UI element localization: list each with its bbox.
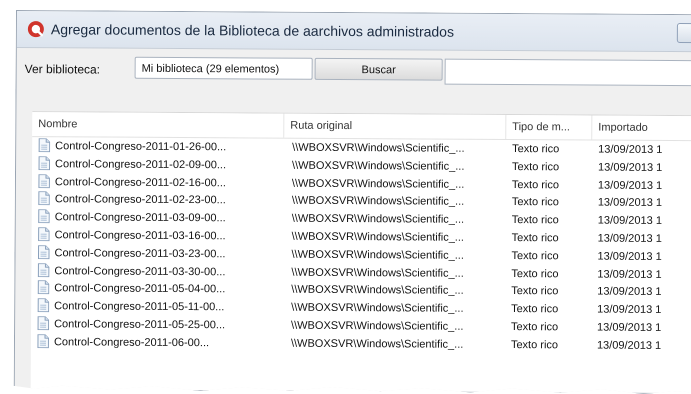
row-type-cell: Texto rico (510, 159, 594, 177)
document-name: Control-Congreso-2011-02-23-00... (55, 194, 226, 207)
row-imported-cell: 13/09/2013 1 (595, 337, 691, 356)
row-type-cell: Texto rico (509, 301, 593, 319)
row-path-cell: \\WBOXSVR\Windows\Scientific_... (290, 229, 492, 248)
document-icon (37, 263, 49, 277)
row-imported-cell: 13/09/2013 1 (595, 248, 691, 267)
list-header: Nombre Ruta original Tipo de m... Import… (32, 112, 691, 141)
row-type-cell: Texto rico (509, 319, 593, 337)
row-name-cell: Control-Congreso-2011-01-26-00... (38, 138, 288, 157)
toolbar: Ver biblioteca: Mi biblioteca (29 elemen… (17, 47, 691, 95)
row-name-cell: Control-Congreso-2011-05-25-00... (37, 316, 287, 335)
document-icon (38, 209, 50, 223)
column-header-imported[interactable]: Importado (592, 116, 691, 141)
row-path-cell: \\WBOXSVR\Windows\Scientific_... (289, 318, 491, 337)
row-name-cell: Control-Congreso-2011-06-00... (37, 334, 287, 353)
row-type-cell: Texto rico (510, 230, 594, 248)
document-name: Control-Congreso-2011-02-16-00... (55, 176, 226, 189)
row-path-cell: \\WBOXSVR\Windows\Scientific_... (289, 300, 491, 319)
search-input[interactable] (445, 59, 691, 87)
document-icon (37, 245, 49, 259)
row-path-cell: \\WBOXSVR\Windows\Scientific_... (289, 264, 491, 283)
row-type-cell: Texto rico (510, 141, 594, 159)
row-path-cell: \\WBOXSVR\Windows\Scientific_... (290, 211, 492, 230)
row-path-cell: \\WBOXSVR\Windows\Scientific_... (290, 175, 492, 194)
dialog-title: Agregar documentos de la Biblioteca de a… (51, 21, 454, 39)
document-name: Control-Congreso-2011-05-11-00... (54, 300, 224, 313)
document-name: Control-Congreso-2011-03-30-00... (54, 265, 225, 278)
document-name: Control-Congreso-2011-03-16-00... (55, 229, 226, 242)
row-name-cell: Control-Congreso-2011-02-23-00... (38, 192, 288, 211)
document-name: Control-Congreso-2011-01-26-00... (55, 140, 226, 153)
document-icon (37, 334, 49, 348)
row-name-cell: Control-Congreso-2011-03-30-00... (37, 263, 287, 282)
row-name-cell: Control-Congreso-2011-03-09-00... (38, 209, 288, 228)
column-header-name[interactable]: Nombre (32, 112, 284, 138)
document-icon (38, 138, 50, 152)
app-logo-icon (27, 20, 45, 38)
row-imported-cell: 13/09/2013 1 (596, 213, 691, 232)
row-name-cell: Control-Congreso-2011-03-16-00... (38, 227, 288, 246)
dialog-window: Agregar documentos de la Biblioteca de a… (14, 10, 691, 394)
row-type-cell: Texto rico (509, 337, 593, 355)
row-imported-cell: 13/09/2013 1 (596, 142, 691, 161)
document-icon (38, 192, 50, 206)
row-type-cell: Texto rico (509, 283, 593, 301)
row-type-cell: Texto rico (510, 194, 594, 212)
row-name-cell: Control-Congreso-2011-05-04-00... (37, 281, 287, 300)
document-icon (37, 298, 49, 312)
table-row[interactable]: Control-Congreso-2011-06-00... \\WBOXSVR\… (31, 334, 691, 356)
row-type-cell: Texto rico (510, 212, 594, 230)
row-path-cell: \\WBOXSVR\Windows\Scientific_... (290, 157, 492, 176)
row-name-cell: Control-Congreso-2011-05-11-00... (37, 298, 287, 317)
document-icon (37, 281, 49, 295)
document-icon (38, 156, 50, 170)
row-path-cell: \\WBOXSVR\Windows\Scientific_... (290, 140, 492, 159)
document-name: Control-Congreso-2011-03-09-00... (55, 211, 226, 224)
document-icon (37, 316, 49, 330)
document-name: Control-Congreso-2011-05-25-00... (54, 318, 225, 331)
document-icon (38, 227, 50, 241)
row-name-cell: Control-Congreso-2011-02-16-00... (38, 174, 288, 193)
title-bar[interactable]: Agregar documentos de la Biblioteca de a… (17, 11, 691, 52)
documents-list: Nombre Ruta original Tipo de m... Import… (31, 111, 691, 393)
row-type-cell: Texto rico (509, 248, 593, 266)
document-name: Control-Congreso-2011-03-23-00... (54, 247, 225, 260)
row-imported-cell: 13/09/2013 1 (595, 266, 691, 285)
document-name: Control-Congreso-2011-06-00... (54, 336, 209, 349)
list-rows: Control-Congreso-2011-01-26-00... \\WBOXS… (31, 138, 691, 356)
row-name-cell: Control-Congreso-2011-02-09-00... (38, 156, 288, 175)
row-imported-cell: 13/09/2013 1 (596, 195, 691, 214)
row-imported-cell: 13/09/2013 1 (596, 159, 691, 178)
document-icon (38, 174, 50, 188)
row-name-cell: Control-Congreso-2011-03-23-00... (37, 245, 287, 264)
row-imported-cell: 13/09/2013 1 (596, 231, 691, 250)
document-name: Control-Congreso-2011-02-09-00... (55, 158, 226, 171)
column-header-path[interactable]: Ruta original (284, 114, 506, 139)
row-path-cell: \\WBOXSVR\Windows\Scientific_... (289, 335, 491, 354)
window-control-button[interactable] (677, 23, 691, 43)
row-type-cell: Texto rico (509, 266, 593, 284)
row-path-cell: \\WBOXSVR\Windows\Scientific_... (289, 246, 491, 265)
row-imported-cell: 13/09/2013 1 (595, 284, 691, 303)
search-button[interactable]: Buscar (315, 58, 443, 81)
library-label: Ver biblioteca: (25, 62, 100, 76)
row-path-cell: \\WBOXSVR\Windows\Scientific_... (289, 282, 491, 301)
row-imported-cell: 13/09/2013 1 (596, 177, 691, 196)
row-imported-cell: 13/09/2013 1 (595, 302, 691, 321)
row-type-cell: Texto rico (510, 177, 594, 195)
library-select[interactable]: Mi biblioteca (29 elementos) (135, 57, 313, 80)
row-imported-cell: 13/09/2013 1 (595, 320, 691, 339)
row-path-cell: \\WBOXSVR\Windows\Scientific_... (290, 193, 492, 212)
document-name: Control-Congreso-2011-05-04-00... (54, 283, 225, 296)
column-header-type[interactable]: Tipo de m... (506, 115, 592, 140)
